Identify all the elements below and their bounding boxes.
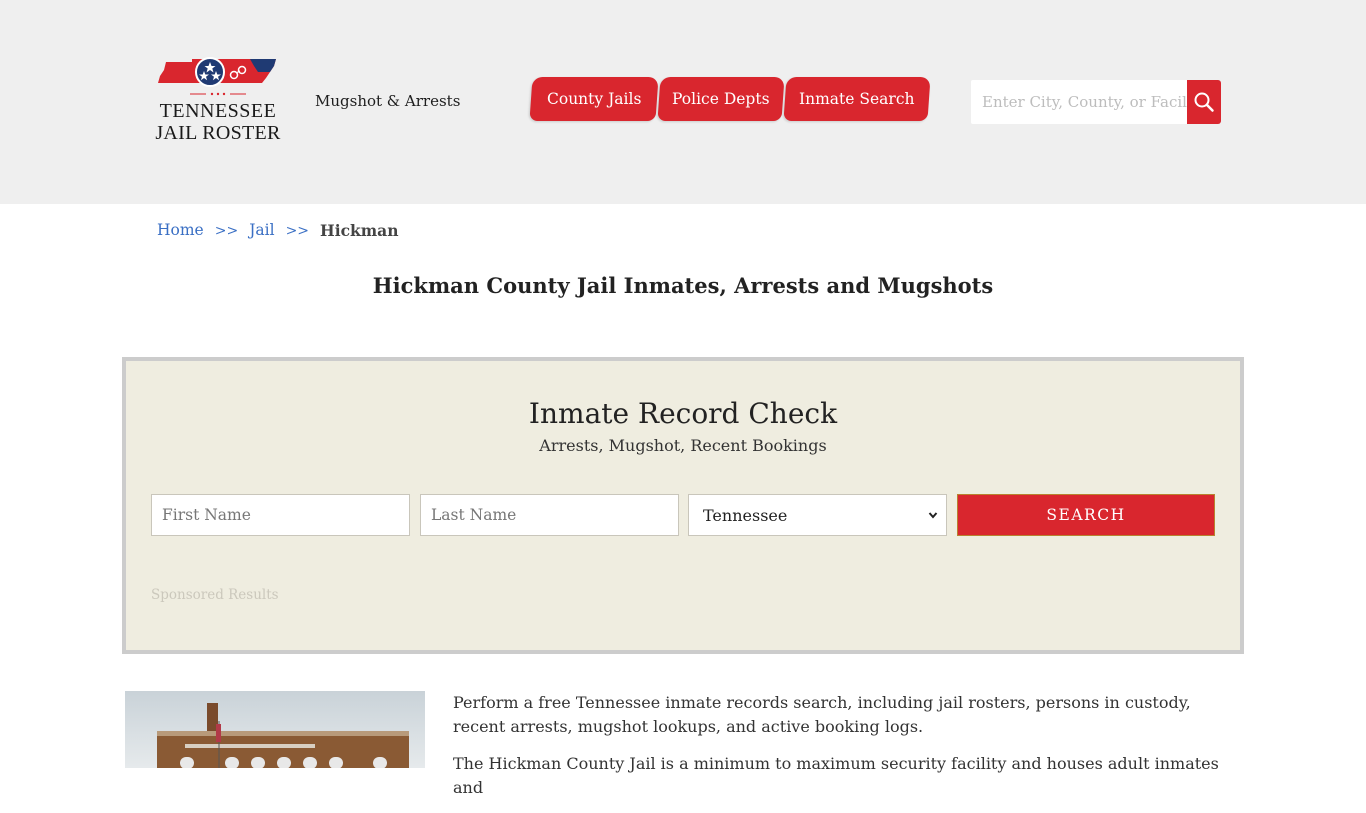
breadcrumb-home[interactable]: Home <box>157 221 204 241</box>
record-check-title: Inmate Record Check <box>528 397 838 430</box>
breadcrumb-jail[interactable]: Jail <box>249 221 274 241</box>
main-nav: County Jails Police Depts Inmate Search <box>529 77 931 121</box>
search-icon <box>1194 92 1214 112</box>
first-name-input[interactable] <box>151 494 410 536</box>
logo-line-1: TENNESSEE <box>159 100 277 122</box>
sponsored-results-label: Sponsored Results <box>151 587 279 603</box>
record-search-button[interactable]: SEARCH <box>957 494 1215 536</box>
nav-tab-label: Police Depts <box>672 90 770 108</box>
location-search-input[interactable] <box>971 80 1187 124</box>
logo-line-2: JAIL ROSTER <box>155 122 281 144</box>
inmate-record-check-panel: Inmate Record Check Arrests, Mugshot, Re… <box>122 357 1244 654</box>
record-check-subtitle: Arrests, Mugshot, Recent Bookings <box>539 436 827 455</box>
nav-tab-county-jails[interactable]: County Jails <box>529 77 659 121</box>
jail-building-photo <box>125 691 425 768</box>
chevron-down-icon <box>928 512 938 519</box>
site-logo[interactable]: TENNESSEE JAIL ROSTER <box>154 56 282 148</box>
intro-paragraph: The Hickman County Jail is a minimum to … <box>453 754 1219 797</box>
header-search <box>971 80 1221 124</box>
jail-building-image <box>125 691 425 768</box>
logo-text: TENNESSEE JAIL ROSTER <box>154 100 282 144</box>
breadcrumb: Home >> Jail >> Hickman <box>157 221 398 241</box>
state-select[interactable]: Tennessee <box>688 494 947 536</box>
breadcrumb-current: Hickman <box>320 221 399 240</box>
last-name-input[interactable] <box>420 494 679 536</box>
header-search-button[interactable] <box>1187 80 1221 124</box>
nav-tab-inmate-search[interactable]: Inmate Search <box>783 77 931 121</box>
page-title: Hickman County Jail Inmates, Arrests and… <box>372 273 994 298</box>
nav-tab-label: County Jails <box>546 90 642 108</box>
tennessee-map-icon <box>158 57 276 96</box>
breadcrumb-separator: >> <box>285 223 310 239</box>
nav-tab-label: Inmate Search <box>799 90 915 108</box>
site-header: TENNESSEE JAIL ROSTER Mugshot & Arrests … <box>0 0 1366 204</box>
nav-tab-police-depts[interactable]: Police Depts <box>657 77 785 121</box>
site-tagline: Mugshot & Arrests <box>315 92 461 110</box>
intro-text: Perform a free Tennessee inmate records … <box>453 691 1223 813</box>
state-select-value: Tennessee <box>703 506 788 525</box>
breadcrumb-separator: >> <box>214 223 239 239</box>
intro-paragraph: Perform a free Tennessee inmate records … <box>453 693 1191 736</box>
